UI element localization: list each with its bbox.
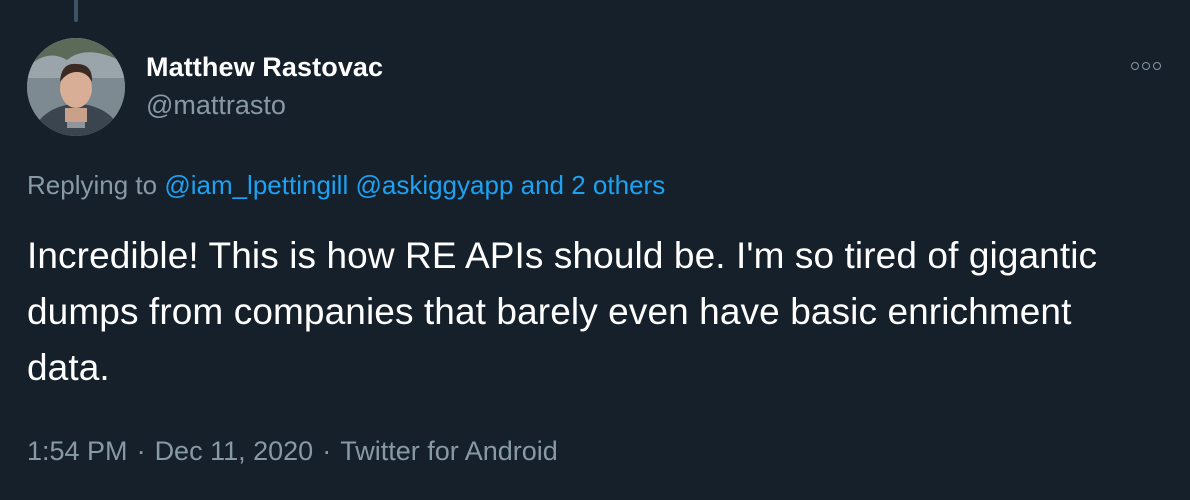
replying-to-line: Replying to @iam_lpettingill @askiggyapp… (27, 170, 665, 201)
avatar[interactable] (27, 38, 125, 136)
tweet-text: Incredible! This is how RE APIs should b… (27, 235, 1098, 388)
author-display-name[interactable]: Matthew Rastovac (146, 52, 383, 83)
mention-link[interactable]: @askiggyapp (355, 170, 513, 200)
thread-connector-line (74, 0, 78, 22)
tweet-date[interactable]: Dec 11, 2020 (155, 436, 314, 466)
tweet-card: Matthew Rastovac @mattrasto Replying to … (0, 0, 1190, 500)
author-handle[interactable]: @mattrasto (146, 90, 286, 121)
tweet-source-link[interactable]: Twitter for Android (340, 436, 558, 466)
separator: · (322, 436, 332, 466)
avatar-photo (27, 38, 125, 136)
mention-link[interactable]: @iam_lpettingill (164, 170, 348, 200)
separator: · (136, 436, 146, 466)
tweet-metadata: 1:54 PM · Dec 11, 2020 · Twitter for Android (27, 436, 558, 467)
more-options-icon-dot (1153, 62, 1161, 70)
replying-to-label: Replying to (27, 170, 158, 200)
more-options-button[interactable] (1126, 56, 1166, 76)
more-options-icon (1131, 62, 1139, 70)
tweet-time[interactable]: 1:54 PM (27, 436, 128, 466)
others-link[interactable]: and 2 others (521, 170, 666, 200)
more-options-icon-dot (1142, 62, 1150, 70)
